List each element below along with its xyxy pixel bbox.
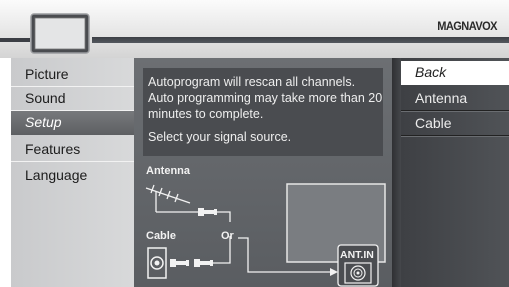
panel-divider <box>392 58 401 287</box>
info-line-3: minutes to complete. <box>148 107 264 121</box>
source-prompt: Select your signal source. <box>148 130 292 144</box>
tv-icon <box>30 13 90 54</box>
arrow-head <box>330 268 338 276</box>
menu-item-language[interactable]: Language <box>11 164 134 188</box>
ant-in-label: ANT.IN <box>340 249 374 261</box>
main-menu: Picture Sound Setup Features Language <box>11 58 134 287</box>
info-line-1: Autoprogram will rescan all channels. <box>148 75 356 89</box>
or-label: Or <box>221 230 235 242</box>
header-rule-left <box>0 38 30 42</box>
connection-diagram: Antenna Cable Or ANT.IN <box>145 165 386 287</box>
header-rule <box>92 37 509 43</box>
brand-logo: MAGNAVOX <box>437 19 497 33</box>
menu-item-picture[interactable]: Picture <box>11 63 134 87</box>
cable-outlet-icon <box>147 247 167 279</box>
submenu-item-antenna[interactable]: Antenna <box>401 87 509 111</box>
antenna-label: Antenna <box>146 165 191 177</box>
sub-menu: Back Antenna Cable <box>401 58 509 287</box>
menu-item-sound[interactable]: Sound <box>11 87 134 111</box>
header-bar: MAGNAVOX <box>0 0 509 58</box>
menu-item-setup[interactable]: Setup <box>11 111 134 135</box>
info-line-2: Auto programming may take more than 20 <box>148 91 383 105</box>
submenu-item-cable[interactable]: Cable <box>401 112 509 136</box>
submenu-item-back[interactable]: Back <box>401 61 509 85</box>
cable-plug-icon <box>170 259 213 267</box>
cable-label: Cable <box>146 230 176 242</box>
antenna-plug-icon <box>198 208 217 216</box>
info-box: Autoprogram will rescan all channels. Au… <box>143 68 383 156</box>
antenna-icon <box>145 184 198 213</box>
tv-setup-screen: MAGNAVOX Picture Sound Setup Features La… <box>0 0 509 287</box>
menu-item-features[interactable]: Features <box>11 138 134 162</box>
